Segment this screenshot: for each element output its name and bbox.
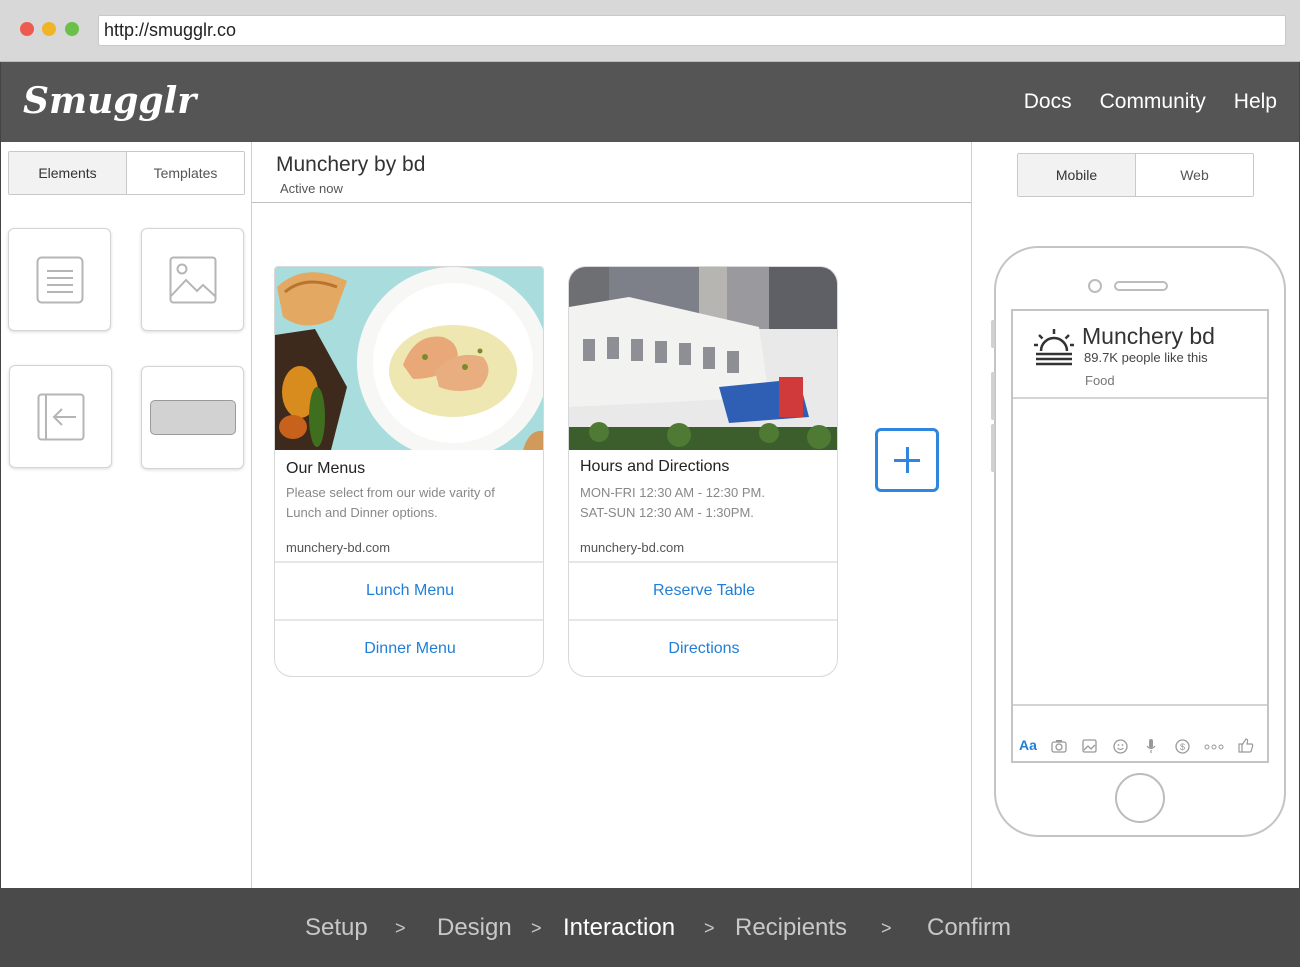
- preview-tab-switch: Mobile Web: [1017, 153, 1254, 197]
- preview-category: Food: [1085, 373, 1115, 388]
- card-title: Hours and Directions: [580, 458, 730, 475]
- phone-screen: Munchery bd 89.7K people like this Food …: [1011, 309, 1269, 763]
- step-interaction[interactable]: Interaction: [563, 914, 675, 942]
- dinner-menu-button[interactable]: Dinner Menu: [275, 619, 543, 676]
- directions-button[interactable]: Directions: [569, 619, 837, 676]
- building-photo: [569, 267, 837, 450]
- text-element-tile[interactable]: [8, 228, 111, 331]
- card-description: Please select from our wide varity of Lu…: [286, 485, 495, 520]
- address-bar[interactable]: http://smugglr.co: [98, 15, 1286, 46]
- phone-preview: Munchery bd 89.7K people like this Food …: [991, 246, 1286, 837]
- maximize-window-dot[interactable]: [65, 22, 79, 36]
- mic-icon[interactable]: [1146, 738, 1156, 754]
- phone-side-button: [991, 372, 995, 420]
- back-element-tile[interactable]: [9, 365, 112, 468]
- step-separator: >: [395, 918, 406, 938]
- text-icon: [36, 256, 83, 303]
- preview-likes: 89.7K people like this: [1084, 350, 1208, 365]
- step-separator: >: [881, 918, 892, 938]
- menu-card[interactable]: Our Menus Please select from our wide va…: [274, 266, 544, 677]
- canvas-panel: Munchery by bd Active now Our Menus Plea…: [252, 142, 972, 888]
- smugglr-logo[interactable]: Smugglr: [23, 80, 196, 122]
- phone-side-button: [991, 424, 995, 472]
- image-icon: [169, 256, 216, 303]
- top-nav: Docs Community Help: [1024, 90, 1277, 114]
- back-arrow-icon: [37, 393, 84, 440]
- hours-weekdays: MON-FRI 12:30 AM - 12:30 PM.: [580, 485, 765, 500]
- left-tab-switch: Elements Templates: [8, 151, 245, 195]
- card-title: Our Menus: [286, 460, 366, 477]
- like-icon[interactable]: [1238, 738, 1254, 753]
- camera-icon[interactable]: [1051, 739, 1067, 753]
- conversation-header: Munchery by bd Active now: [252, 142, 971, 203]
- hours-weekends: SAT-SUN 12:30 AM - 1:30PM.: [580, 505, 754, 520]
- text-input-icon[interactable]: Aa: [1019, 737, 1037, 753]
- wizard-steps: Setup > Design > Interaction > Recipient…: [0, 888, 1300, 967]
- button-shape-icon: [149, 400, 236, 435]
- lunch-menu-button[interactable]: Lunch Menu: [275, 561, 543, 618]
- sunrise-logo-icon: [1034, 329, 1074, 366]
- active-status: Active now: [280, 181, 343, 196]
- phone-side-button: [991, 320, 995, 348]
- image-element-tile[interactable]: [141, 228, 244, 331]
- hours-card[interactable]: Hours and Directions MON-FRI 12:30 AM - …: [568, 266, 838, 677]
- step-setup[interactable]: Setup: [305, 914, 368, 942]
- gallery-icon[interactable]: [1082, 739, 1097, 753]
- minimize-window-dot[interactable]: [42, 22, 56, 36]
- messenger-header: Munchery bd 89.7K people like this Food: [1013, 311, 1267, 399]
- tab-elements[interactable]: Elements: [9, 152, 127, 194]
- reserve-table-button[interactable]: Reserve Table: [569, 561, 837, 618]
- nav-docs[interactable]: Docs: [1024, 90, 1072, 114]
- emoji-icon[interactable]: [1113, 739, 1128, 754]
- button-element-tile[interactable]: [141, 366, 244, 469]
- nav-help[interactable]: Help: [1234, 90, 1277, 114]
- food-photo: [275, 267, 543, 450]
- payment-icon[interactable]: $: [1175, 739, 1190, 754]
- browser-chrome: http://smugglr.co: [0, 0, 1300, 62]
- close-window-dot[interactable]: [20, 22, 34, 36]
- app-header: Smugglr Docs Community Help: [0, 62, 1300, 142]
- page-title: Munchery by bd: [276, 153, 426, 176]
- nav-community[interactable]: Community: [1100, 90, 1206, 114]
- step-separator: >: [531, 918, 542, 938]
- step-design[interactable]: Design: [437, 914, 512, 942]
- step-confirm[interactable]: Confirm: [927, 914, 1011, 942]
- add-card-button[interactable]: [875, 428, 939, 492]
- card-url[interactable]: munchery-bd.com: [286, 540, 390, 555]
- tab-mobile[interactable]: Mobile: [1018, 154, 1136, 196]
- more-icon[interactable]: [1204, 744, 1224, 750]
- tab-web[interactable]: Web: [1136, 154, 1253, 196]
- composer-bar: Aa $: [1013, 704, 1267, 761]
- step-separator: >: [704, 918, 715, 938]
- phone-speaker: [1114, 281, 1168, 291]
- preview-panel: Mobile Web Munchery bd 89.7K people like…: [972, 142, 1300, 888]
- step-recipients[interactable]: Recipients: [735, 914, 847, 942]
- tab-templates[interactable]: Templates: [127, 152, 244, 194]
- preview-page-name: Munchery bd: [1082, 323, 1215, 349]
- svg-text:$: $: [1180, 742, 1185, 752]
- elements-panel: Elements Templates: [0, 142, 252, 888]
- phone-camera: [1088, 279, 1102, 293]
- card-url[interactable]: munchery-bd.com: [580, 540, 684, 555]
- phone-home-button: [1115, 773, 1165, 823]
